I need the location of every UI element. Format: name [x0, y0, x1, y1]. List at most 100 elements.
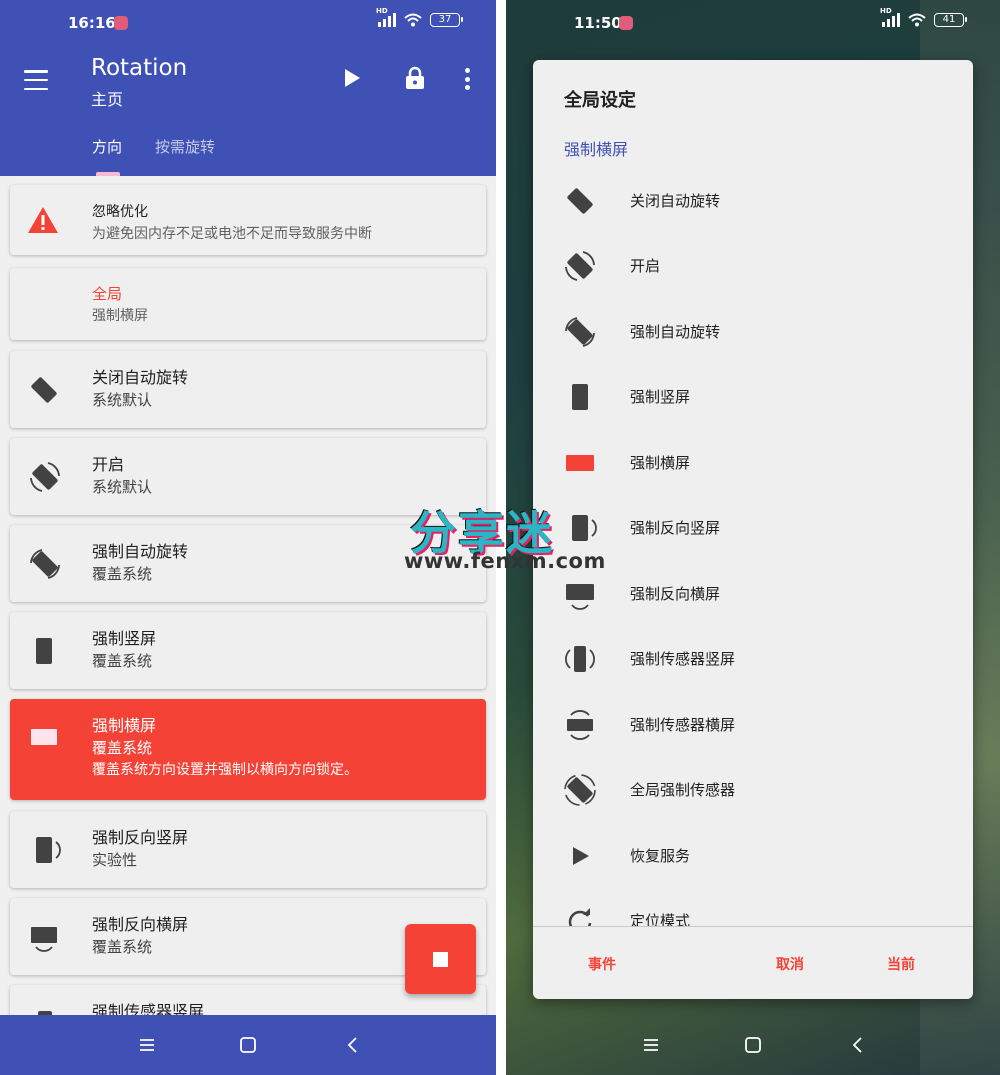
reverse-portrait-icon: [572, 515, 597, 541]
home-icon[interactable]: [238, 1035, 258, 1055]
reverse-landscape-icon: [31, 927, 57, 952]
current-button[interactable]: 当前: [887, 954, 915, 974]
card-subtitle: 覆盖系统: [92, 652, 153, 670]
card-title: 全局: [92, 285, 123, 303]
auto-rotate-icon: [565, 251, 595, 281]
home-icon[interactable]: [743, 1035, 763, 1055]
card-subtitle: 覆盖系统: [92, 938, 153, 956]
phone-tilted-icon: [31, 377, 57, 403]
auto-rotate-icon: [30, 462, 60, 492]
warning-icon: [28, 207, 58, 233]
signal-icon: HD: [880, 7, 900, 27]
card-subtitle: 覆盖系统: [92, 739, 153, 757]
option-disable-auto-rotate[interactable]: 关闭自动旋转: [533, 168, 973, 233]
portrait-icon: [36, 638, 52, 664]
reverse-landscape-icon: [566, 584, 594, 610]
right-screen: 11:50 HD 41 全局设定 强制横屏 关闭自动旋转 开启 强制自动旋转 强…: [506, 0, 1000, 1075]
option-label: 强制传感器竖屏: [630, 650, 736, 668]
card-subtitle: 强制横屏: [92, 308, 148, 324]
card-subtitle: 为避免因内存不足或电池不足而导致服务中断: [92, 226, 372, 242]
back-icon[interactable]: [848, 1035, 868, 1055]
cancel-button[interactable]: 取消: [776, 954, 804, 974]
status-time: 16:16: [68, 14, 116, 32]
option-label: 定位模式: [630, 912, 691, 926]
forced-auto-rotate-icon: [30, 549, 60, 579]
tab-on-demand-rotation[interactable]: 按需旋转: [155, 136, 215, 157]
option-label: 强制自动旋转: [630, 323, 721, 341]
navigation-bar: [0, 1015, 496, 1075]
lock-icon[interactable]: [405, 66, 425, 90]
option-label: 开启: [630, 257, 661, 275]
status-time: 11:50: [574, 14, 622, 32]
option-force-reverse-portrait[interactable]: 强制反向竖屏: [533, 495, 973, 560]
card-title: 开启: [92, 455, 125, 474]
portrait-icon: [572, 384, 588, 410]
option-label: 全局强制传感器: [630, 781, 736, 799]
option-force-sensor-landscape[interactable]: 强制传感器横屏: [533, 692, 973, 757]
stop-service-button[interactable]: [405, 924, 476, 994]
card-description: 覆盖系统方向设置并强制以横向方向锁定。: [92, 762, 358, 778]
menu-icon[interactable]: [24, 70, 48, 90]
force-portrait-card[interactable]: 强制竖屏 覆盖系统: [10, 612, 486, 689]
option-resume-service[interactable]: 恢复服务: [533, 823, 973, 888]
option-force-reverse-landscape[interactable]: 强制反向横屏: [533, 561, 973, 626]
play-icon: [573, 847, 589, 865]
dialog-divider: [533, 926, 973, 927]
sensor-portrait-icon: [38, 1011, 52, 1015]
notification-icon: [619, 16, 633, 30]
recent-apps-icon[interactable]: [641, 1035, 661, 1055]
back-icon[interactable]: [343, 1035, 363, 1055]
card-title: 强制传感器竖屏: [92, 1002, 205, 1015]
dialog-title: 全局设定: [564, 90, 636, 111]
status-bar: 16:16 HD 37: [0, 0, 496, 44]
full-sensor-icon: [564, 774, 596, 806]
sensor-portrait-icon: [565, 646, 595, 672]
event-button[interactable]: 事件: [588, 954, 616, 974]
option-label: 强制传感器横屏: [630, 716, 736, 734]
global-settings-dialog: 全局设定 强制横屏 关闭自动旋转 开启 强制自动旋转 强制竖屏 强制横屏 强制反…: [533, 60, 973, 999]
play-icon[interactable]: [345, 69, 360, 87]
sensor-landscape-icon: [567, 710, 593, 740]
card-title: 强制竖屏: [92, 629, 157, 648]
option-enable[interactable]: 开启: [533, 233, 973, 298]
force-reverse-portrait-card[interactable]: 强制反向竖屏 实验性: [10, 811, 486, 888]
option-label: 恢复服务: [630, 847, 691, 865]
card-title: 强制自动旋转: [92, 542, 189, 561]
option-label: 强制反向竖屏: [630, 519, 721, 537]
card-title: 忽略优化: [92, 204, 148, 220]
option-force-auto-rotate[interactable]: 强制自动旋转: [533, 299, 973, 364]
battery-icon: 37: [430, 13, 463, 27]
refresh-icon: [568, 908, 592, 926]
card-title: 强制反向横屏: [92, 915, 189, 934]
app-title: Rotation: [91, 55, 188, 81]
card-title: 关闭自动旋转: [92, 368, 189, 387]
battery-icon: 41: [934, 13, 967, 27]
ignore-optimization-card[interactable]: 忽略优化 为避免因内存不足或电池不足而导致服务中断: [10, 185, 486, 255]
option-label: 强制反向横屏: [630, 585, 721, 603]
option-label: 强制竖屏: [630, 388, 691, 406]
card-subtitle: 系统默认: [92, 478, 153, 496]
disable-auto-rotate-card[interactable]: 关闭自动旋转 系统默认: [10, 351, 486, 428]
option-label: 关闭自动旋转: [630, 192, 721, 210]
status-bar: 11:50 HD 41: [506, 0, 1000, 44]
tab-direction[interactable]: 方向: [92, 136, 122, 157]
wifi-icon: [908, 13, 926, 27]
option-full-sensor[interactable]: 全局强制传感器: [533, 757, 973, 822]
recent-apps-icon[interactable]: [137, 1035, 157, 1055]
card-title: 强制横屏: [92, 716, 157, 735]
option-force-landscape[interactable]: 强制横屏: [533, 430, 973, 495]
card-subtitle: 系统默认: [92, 391, 153, 409]
global-card[interactable]: 全局 强制横屏: [10, 268, 486, 340]
force-auto-rotate-card[interactable]: 强制自动旋转 覆盖系统: [10, 525, 486, 602]
wifi-icon: [404, 13, 422, 27]
more-options-icon[interactable]: [464, 68, 470, 90]
option-force-sensor-portrait[interactable]: 强制传感器竖屏: [533, 626, 973, 691]
enable-card[interactable]: 开启 系统默认: [10, 438, 486, 515]
card-title: 强制反向竖屏: [92, 828, 189, 847]
selected-option: 强制横屏: [564, 140, 629, 159]
option-force-portrait[interactable]: 强制竖屏: [533, 364, 973, 429]
option-location-mode[interactable]: 定位模式: [533, 888, 973, 926]
force-landscape-card[interactable]: 强制横屏 覆盖系统 覆盖系统方向设置并强制以横向方向锁定。: [10, 699, 486, 800]
forced-auto-rotate-icon: [565, 317, 595, 347]
landscape-icon: [31, 729, 57, 745]
